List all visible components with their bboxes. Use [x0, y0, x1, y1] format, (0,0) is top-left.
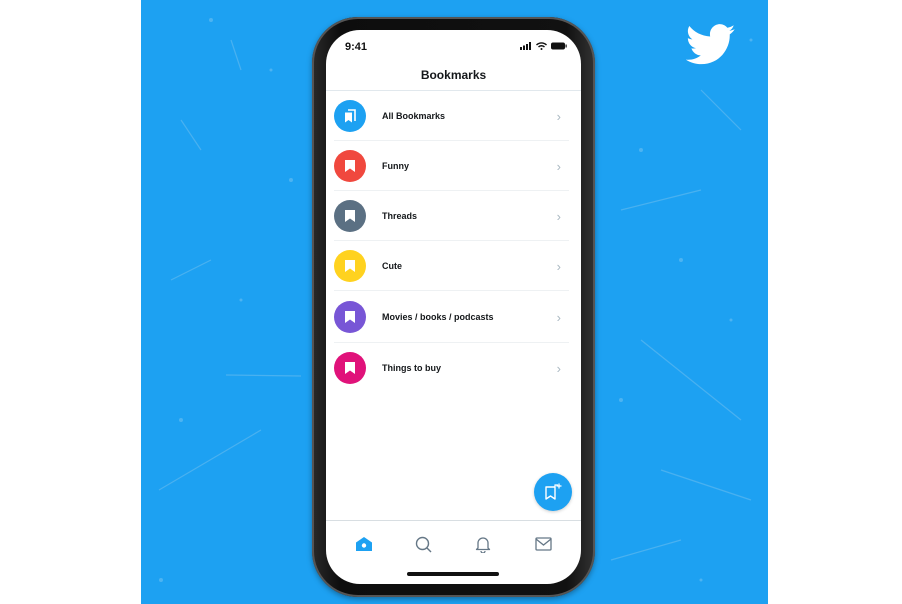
list-item-threads[interactable]: Threads › — [326, 191, 581, 241]
mail-icon — [534, 537, 552, 551]
phone-screen: 9:41 Bookmarks All Bookmarks › Funny › T… — [326, 30, 581, 584]
battery-icon — [551, 42, 567, 50]
bookmark-icon — [334, 250, 366, 282]
tab-messages[interactable] — [523, 529, 563, 559]
list-item-things-to-buy[interactable]: Things to buy › — [326, 343, 581, 393]
home-icon — [355, 537, 372, 551]
list-item-label: Funny — [382, 161, 409, 171]
status-bar: 9:41 — [326, 30, 581, 60]
tab-bar — [326, 522, 581, 566]
list-item-movies-books-podcasts[interactable]: Movies / books / podcasts › — [326, 291, 581, 343]
tab-home[interactable] — [344, 529, 384, 559]
list-item-label: Threads — [382, 211, 418, 221]
list-item-funny[interactable]: Funny › — [326, 141, 581, 191]
list-item-label: Things to buy — [382, 363, 441, 373]
bookmarks-stack-icon — [334, 100, 366, 132]
twitter-logo-icon — [686, 24, 736, 65]
chevron-right-icon: › — [556, 158, 561, 174]
bell-icon — [476, 536, 491, 553]
chevron-right-icon: › — [556, 258, 561, 274]
bookmark-icon — [334, 301, 366, 333]
list-item-label: All Bookmarks — [382, 111, 446, 121]
tab-notifications[interactable] — [463, 529, 503, 559]
page-title: Bookmarks — [420, 68, 487, 82]
add-bookmark-folder-icon — [545, 483, 562, 500]
signal-icon — [520, 42, 531, 50]
bookmark-list: All Bookmarks › Funny › Threads › Cute ›… — [326, 91, 581, 393]
home-indicator[interactable] — [407, 572, 499, 576]
list-item-label: Cute — [382, 261, 402, 271]
bookmark-icon — [334, 352, 366, 384]
list-item-all-bookmarks[interactable]: All Bookmarks › — [326, 91, 581, 141]
bookmark-icon — [334, 200, 366, 232]
wifi-icon — [536, 42, 547, 50]
chevron-right-icon: › — [556, 108, 561, 124]
list-item-label: Movies / books / podcasts — [382, 312, 494, 322]
list-item-cute[interactable]: Cute › — [326, 241, 581, 291]
chevron-right-icon: › — [556, 309, 561, 325]
search-icon — [415, 536, 432, 552]
status-time: 9:41 — [345, 41, 368, 53]
phone-frame: 9:41 Bookmarks All Bookmarks › Funny › T… — [312, 17, 595, 597]
tab-bar-divider — [326, 520, 581, 521]
chevron-right-icon: › — [556, 208, 561, 224]
tab-search[interactable] — [404, 529, 444, 559]
new-bookmark-folder-button[interactable] — [534, 473, 572, 511]
bookmark-icon — [334, 150, 366, 182]
chevron-right-icon: › — [556, 360, 561, 376]
